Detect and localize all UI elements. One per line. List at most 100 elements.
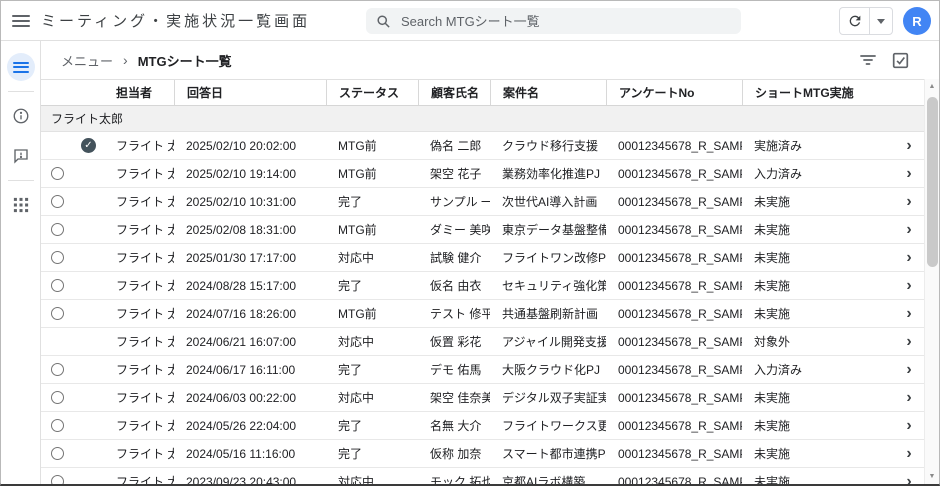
table-row[interactable]: フライト 太郎 2023/09/23 20:43:00 対応中 モック 拓也 京…	[41, 468, 924, 484]
refresh-button[interactable]	[840, 8, 870, 34]
table-row[interactable]: フライト 太郎 2024/05/16 11:16:00 完了 仮称 加奈 スマー…	[41, 440, 924, 468]
table-row[interactable]: フライト 太郎 2025/02/10 19:14:00 MTG前 架空 花子 業…	[41, 160, 924, 188]
sidebar-item-apps[interactable]	[1, 185, 41, 225]
chevron-right-icon[interactable]: ›	[894, 328, 924, 355]
cell-survey-no: 00012345678_R_SAMPLE_3	[606, 188, 742, 215]
radio-unselected-icon[interactable]	[51, 195, 64, 208]
cell-survey-no: 00012345678_R_SAMPLE_5	[606, 244, 742, 271]
cell-answer-date: 2025/02/10 19:14:00	[174, 160, 326, 187]
row-select-cell	[41, 440, 104, 467]
row-select-cell	[41, 216, 104, 243]
chevron-right-icon[interactable]: ›	[894, 244, 924, 271]
chevron-right-icon[interactable]: ›	[894, 468, 924, 484]
chevron-right-icon[interactable]: ›	[894, 272, 924, 299]
table-row[interactable]: フライト 太郎 2024/07/16 18:26:00 MTG前 テスト 修平 …	[41, 300, 924, 328]
cell-project-name: セキュリティ強化策	[490, 272, 606, 299]
cell-answer-date: 2025/01/30 17:17:00	[174, 244, 326, 271]
column-header-project-name[interactable]: 案件名	[490, 80, 606, 105]
cell-short-mtg: 未実施	[742, 412, 894, 439]
cell-answer-date: 2024/08/28 15:17:00	[174, 272, 326, 299]
sync-options-dropdown[interactable]	[870, 8, 892, 34]
sidebar-item-menu[interactable]	[1, 47, 41, 87]
cell-owner: フライト 太郎	[104, 160, 174, 187]
cell-survey-no: 00012345678_R_SAMPLE_2	[606, 160, 742, 187]
sidebar-item-feedback[interactable]	[1, 136, 41, 176]
sidebar-item-about[interactable]	[1, 96, 41, 136]
radio-unselected-icon[interactable]	[51, 475, 64, 484]
cell-answer-date: 2023/09/23 20:43:00	[174, 468, 326, 484]
cell-owner: フライト 太郎	[104, 468, 174, 484]
cell-project-name: 東京データ基盤整備	[490, 216, 606, 243]
cell-status: 対応中	[326, 244, 418, 271]
group-header-row[interactable]: フライト太郎	[41, 106, 924, 132]
scroll-down-arrow-icon[interactable]: ▼	[925, 469, 939, 484]
multi-select-button[interactable]	[892, 52, 909, 69]
breadcrumb-menu-link[interactable]: メニュー	[61, 51, 113, 70]
row-select-cell	[41, 328, 104, 355]
cell-project-name: スマート都市連携PJ	[490, 440, 606, 467]
cell-customer-name: デモ 佑馬	[418, 356, 490, 383]
chevron-right-icon[interactable]: ›	[894, 356, 924, 383]
table-row[interactable]: フライト 太郎 2024/06/03 00:22:00 対応中 架空 佳奈美 デ…	[41, 384, 924, 412]
radio-unselected-icon[interactable]	[51, 167, 64, 180]
filter-button[interactable]	[860, 53, 876, 67]
search-input[interactable]	[401, 14, 731, 29]
column-header-owner[interactable]: 担当者	[104, 80, 174, 105]
chevron-right-icon[interactable]: ›	[894, 440, 924, 467]
hamburger-menu-icon[interactable]	[1, 1, 41, 41]
radio-unselected-icon[interactable]	[51, 223, 64, 236]
cell-customer-name: 名無 大介	[418, 412, 490, 439]
table-row[interactable]: フライト 太郎 2024/05/26 22:04:00 完了 名無 大介 フライ…	[41, 412, 924, 440]
chevron-right-icon[interactable]: ›	[894, 132, 924, 159]
radio-unselected-icon[interactable]	[51, 447, 64, 460]
breadcrumb-current-page: MTGシート一覧	[138, 51, 232, 70]
table-row[interactable]: フライト 太郎 2024/06/21 16:07:00 対応中 仮置 彩花 アジ…	[41, 328, 924, 356]
table-row[interactable]: フライト 太郎 2025/02/10 10:31:00 完了 サンプル 一郎 次…	[41, 188, 924, 216]
cell-status: MTG前	[326, 300, 418, 327]
column-header-customer-name[interactable]: 顧客氏名	[418, 80, 490, 105]
radio-unselected-icon[interactable]	[51, 251, 64, 264]
cell-project-name: デジタル双子実証実	[490, 384, 606, 411]
column-header-answer-date[interactable]: 回答日	[174, 80, 326, 105]
chevron-right-icon[interactable]: ›	[894, 412, 924, 439]
column-header-status[interactable]: ステータス	[326, 80, 418, 105]
radio-unselected-icon[interactable]	[51, 307, 64, 320]
radio-unselected-icon[interactable]	[51, 419, 64, 432]
page-title: ミーティング・実施状況一覧画面	[41, 10, 310, 31]
vertical-scrollbar[interactable]: ▲ ▼	[924, 79, 939, 484]
radio-unselected-icon[interactable]	[51, 363, 64, 376]
chevron-right-icon[interactable]: ›	[894, 160, 924, 187]
row-select-cell	[41, 188, 104, 215]
table-row[interactable]: フライト 太郎 2025/02/08 18:31:00 MTG前 ダミー 美咲 …	[41, 216, 924, 244]
table-row[interactable]: フライト 太郎 2024/08/28 15:17:00 完了 仮名 由衣 セキュ…	[41, 272, 924, 300]
chevron-right-icon[interactable]: ›	[894, 384, 924, 411]
cell-project-name: 業務効率化推進PJ	[490, 160, 606, 187]
radio-unselected-icon[interactable]	[51, 391, 64, 404]
search-bar[interactable]	[366, 8, 741, 34]
chevron-right-icon[interactable]: ›	[894, 188, 924, 215]
sidebar-divider	[8, 91, 34, 92]
chevron-right-icon[interactable]: ›	[894, 216, 924, 243]
table-row[interactable]: フライト 太郎 2025/01/30 17:17:00 対応中 試験 健介 フラ…	[41, 244, 924, 272]
row-select-cell	[41, 272, 104, 299]
cell-survey-no: 00012345678_R_SAMPLE_11	[606, 412, 742, 439]
cell-project-name: 共通基盤刷新計画	[490, 300, 606, 327]
user-avatar[interactable]: R	[903, 7, 931, 35]
cell-owner: フライト 太郎	[104, 216, 174, 243]
scroll-up-arrow-icon[interactable]: ▲	[925, 79, 939, 94]
apps-grid-icon	[13, 197, 29, 213]
cell-answer-date: 2024/05/16 11:16:00	[174, 440, 326, 467]
radio-unselected-icon[interactable]	[51, 279, 64, 292]
cell-survey-no: 00012345678_R_SAMPLE_4	[606, 216, 742, 243]
selected-check-icon[interactable]: ✓	[81, 138, 96, 153]
cell-project-name: 京都AIラボ構築	[490, 468, 606, 484]
table-header-row: 担当者 回答日 ステータス 顧客氏名 案件名 アンケートNo ショートMTG実施	[41, 79, 924, 106]
table-row[interactable]: ✓ フライト 太郎 2025/02/10 20:02:00 MTG前 偽名 二郎…	[41, 132, 924, 160]
chevron-right-icon[interactable]: ›	[894, 300, 924, 327]
table-row[interactable]: フライト 太郎 2024/06/17 16:11:00 完了 デモ 佑馬 大阪ク…	[41, 356, 924, 384]
column-header-survey-no[interactable]: アンケートNo	[606, 80, 742, 105]
column-header-short-mtg[interactable]: ショートMTG実施	[742, 80, 894, 105]
scrollbar-thumb[interactable]	[927, 97, 938, 267]
cell-answer-date: 2024/06/21 16:07:00	[174, 328, 326, 355]
cell-short-mtg: 対象外	[742, 328, 894, 355]
